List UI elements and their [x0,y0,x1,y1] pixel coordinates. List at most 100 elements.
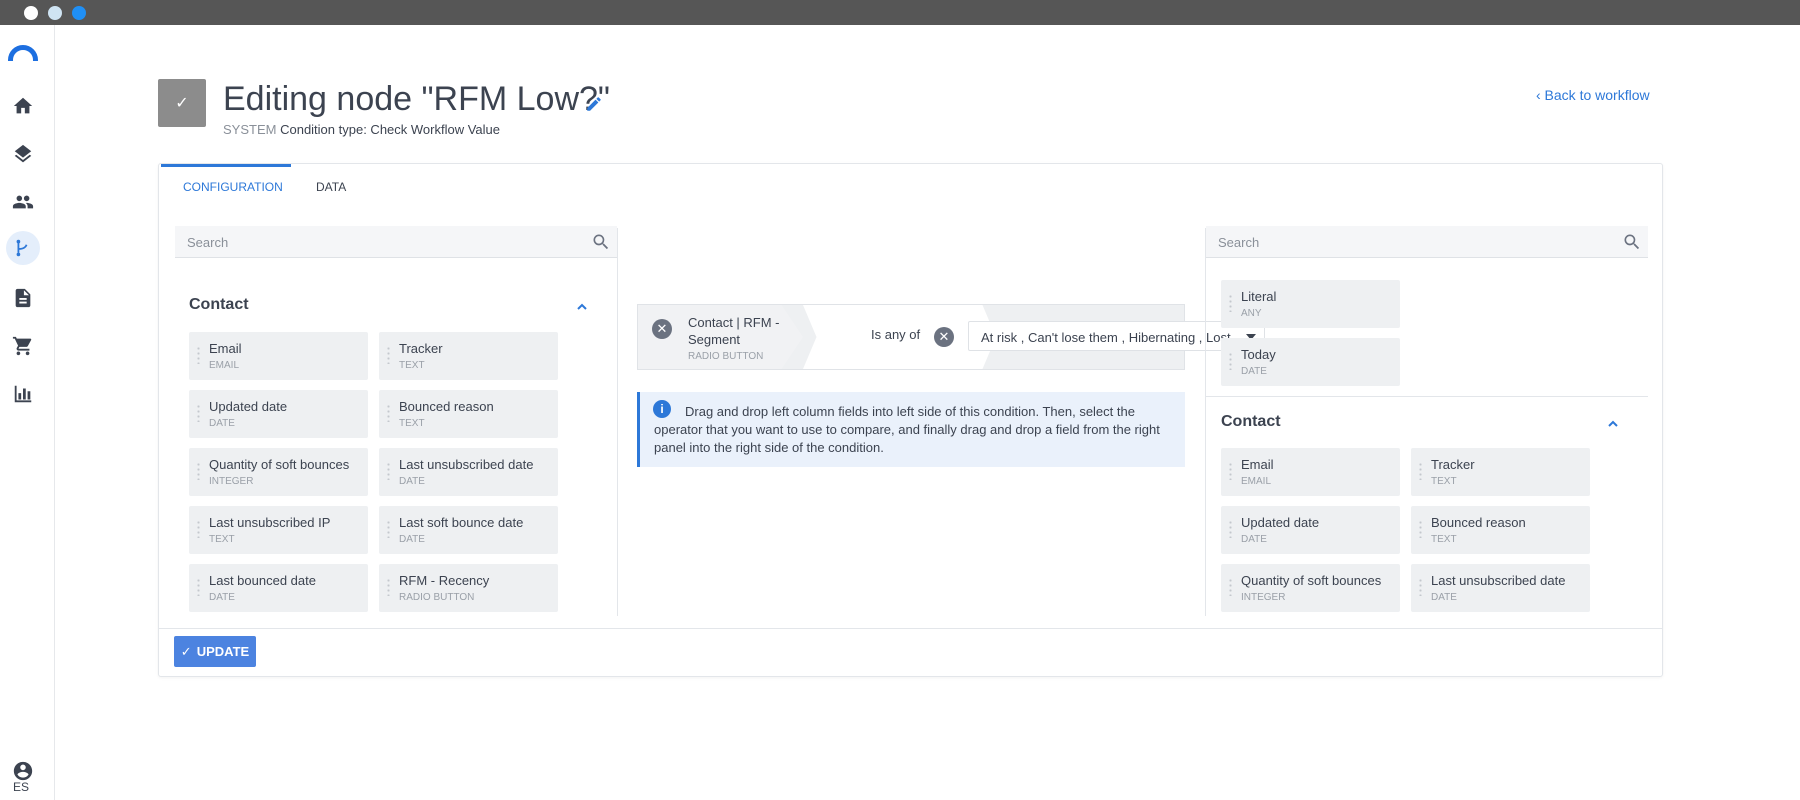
field-name: Bounced reason [1431,515,1526,530]
drag-handle-icon[interactable] [196,578,201,596]
drag-handle-icon[interactable] [386,578,391,596]
right-field-bounced-reason[interactable]: Bounced reason TEXT [1411,506,1590,554]
drag-handle-icon[interactable] [386,462,391,480]
drag-handle-icon[interactable] [386,520,391,538]
window-minimize-button[interactable] [48,6,62,20]
drag-handle-icon[interactable] [386,404,391,422]
right-field-email[interactable]: Email EMAIL [1221,448,1400,496]
left-field-email[interactable]: Email EMAIL [189,332,368,380]
drag-handle-icon[interactable] [1228,578,1233,596]
left-field-updated-date[interactable]: Updated date DATE [189,390,368,438]
info-banner: i Drag and drop left column fields into … [637,392,1185,467]
tab-configuration[interactable]: CONFIGURATION [183,180,283,194]
left-field-last-soft-bounce-date[interactable]: Last soft bounce date DATE [379,506,558,554]
check-icon: ✓ [180,643,192,659]
field-name: Bounced reason [399,399,494,414]
card-footer-divider [159,628,1662,629]
collapse-right-section-icon[interactable] [1606,417,1620,431]
remove-field-icon[interactable]: ✕ [652,319,672,339]
drag-handle-icon[interactable] [386,346,391,364]
right-field-updated-date[interactable]: Updated date DATE [1221,506,1400,554]
drag-handle-icon[interactable] [1418,520,1423,538]
right-field-literal[interactable]: Literal ANY [1221,280,1400,328]
sidebar: ES [0,25,55,800]
drag-handle-icon[interactable] [1228,462,1233,480]
field-name: Today [1241,347,1276,362]
drag-handle-icon[interactable] [196,462,201,480]
drag-handle-icon[interactable] [1418,578,1423,596]
field-type: TEXT [1431,534,1457,545]
drag-handle-icon[interactable] [1228,520,1233,538]
language-selector[interactable]: ES [13,780,29,794]
back-to-workflow-link[interactable]: ‹ Back to workflow [1536,87,1650,103]
window-close-button[interactable] [24,6,38,20]
app-logo[interactable] [8,45,38,61]
home-icon[interactable] [10,93,36,119]
workflow-icon[interactable] [6,231,40,265]
condition-type-label: Condition type: Check Workflow Value [280,122,500,137]
cart-icon[interactable] [10,333,36,359]
update-button-label: UPDATE [196,644,250,659]
condition-operator[interactable]: Is any of [871,327,920,342]
field-name: Literal [1241,289,1277,304]
info-text: Drag and drop left column fields into le… [654,404,1160,455]
layers-icon[interactable] [10,141,36,167]
right-section-contact: Contact [1221,413,1281,430]
left-field-last-bounced-date[interactable]: Last bounced date DATE [189,564,368,612]
drag-handle-icon[interactable] [1228,352,1233,370]
field-name: RFM - Recency [399,573,490,588]
field-name: Last soft bounce date [399,515,524,530]
left-field-last-unsubscribed-date[interactable]: Last unsubscribed date DATE [379,448,558,496]
left-search-input[interactable]: Search [175,226,617,258]
left-section-contact: Contact [189,296,249,313]
collapse-left-section-icon[interactable] [575,300,589,314]
field-name: Last unsubscribed date [399,457,534,472]
drag-handle-icon[interactable] [196,520,201,538]
field-type: DATE [399,476,425,487]
condition-field-type: RADIO BUTTON [688,351,764,362]
field-name: Tracker [1431,457,1475,472]
field-name: Tracker [399,341,443,356]
right-field-soft-bounces[interactable]: Quantity of soft bounces INTEGER [1221,564,1400,612]
window-titlebar [0,0,1800,25]
field-type: DATE [209,592,235,603]
contacts-icon[interactable] [10,189,36,215]
search-icon[interactable] [1622,232,1642,252]
drag-handle-icon[interactable] [1418,462,1423,480]
field-name: Updated date [1241,515,1320,530]
field-type: DATE [209,418,235,429]
right-field-today[interactable]: Today DATE [1221,338,1400,386]
tab-data[interactable]: DATA [316,180,346,194]
field-type: TEXT [399,418,425,429]
drag-handle-icon[interactable] [196,404,201,422]
left-field-soft-bounces[interactable]: Quantity of soft bounces INTEGER [189,448,368,496]
field-type: INTEGER [209,476,254,487]
reports-icon[interactable] [10,381,36,407]
remove-value-icon[interactable]: ✕ [934,327,954,347]
left-field-bounced-reason[interactable]: Bounced reason TEXT [379,390,558,438]
node-status-badge: ✓ [158,79,206,127]
left-field-rfm-recency[interactable]: RFM - Recency RADIO BUTTON [379,564,558,612]
drag-handle-icon[interactable] [196,346,201,364]
field-type: EMAIL [209,360,240,371]
left-field-tracker[interactable]: Tracker TEXT [379,332,558,380]
right-field-tracker[interactable]: Tracker TEXT [1411,448,1590,496]
field-type: TEXT [1431,476,1457,487]
document-icon[interactable] [10,285,36,311]
page-title: Editing node "RFM Low?" [223,80,610,118]
right-field-last-unsubscribed-date[interactable]: Last unsubscribed date DATE [1411,564,1590,612]
field-type: DATE [1431,592,1457,603]
field-type: INTEGER [1241,592,1286,603]
edit-title-icon[interactable] [585,95,603,113]
field-name: Last bounced date [209,573,316,588]
field-name: Last unsubscribed IP [209,515,331,530]
search-icon[interactable] [591,232,611,252]
drag-handle-icon[interactable] [1228,294,1233,312]
system-label: SYSTEM [223,122,277,137]
field-type: DATE [399,534,425,545]
update-button[interactable]: ✓ UPDATE [174,636,256,667]
window-maximize-button[interactable] [72,6,86,20]
left-field-last-unsubscribed-ip[interactable]: Last unsubscribed IP TEXT [189,506,368,554]
right-search-input[interactable]: Search [1206,226,1648,258]
field-type: DATE [1241,366,1267,377]
